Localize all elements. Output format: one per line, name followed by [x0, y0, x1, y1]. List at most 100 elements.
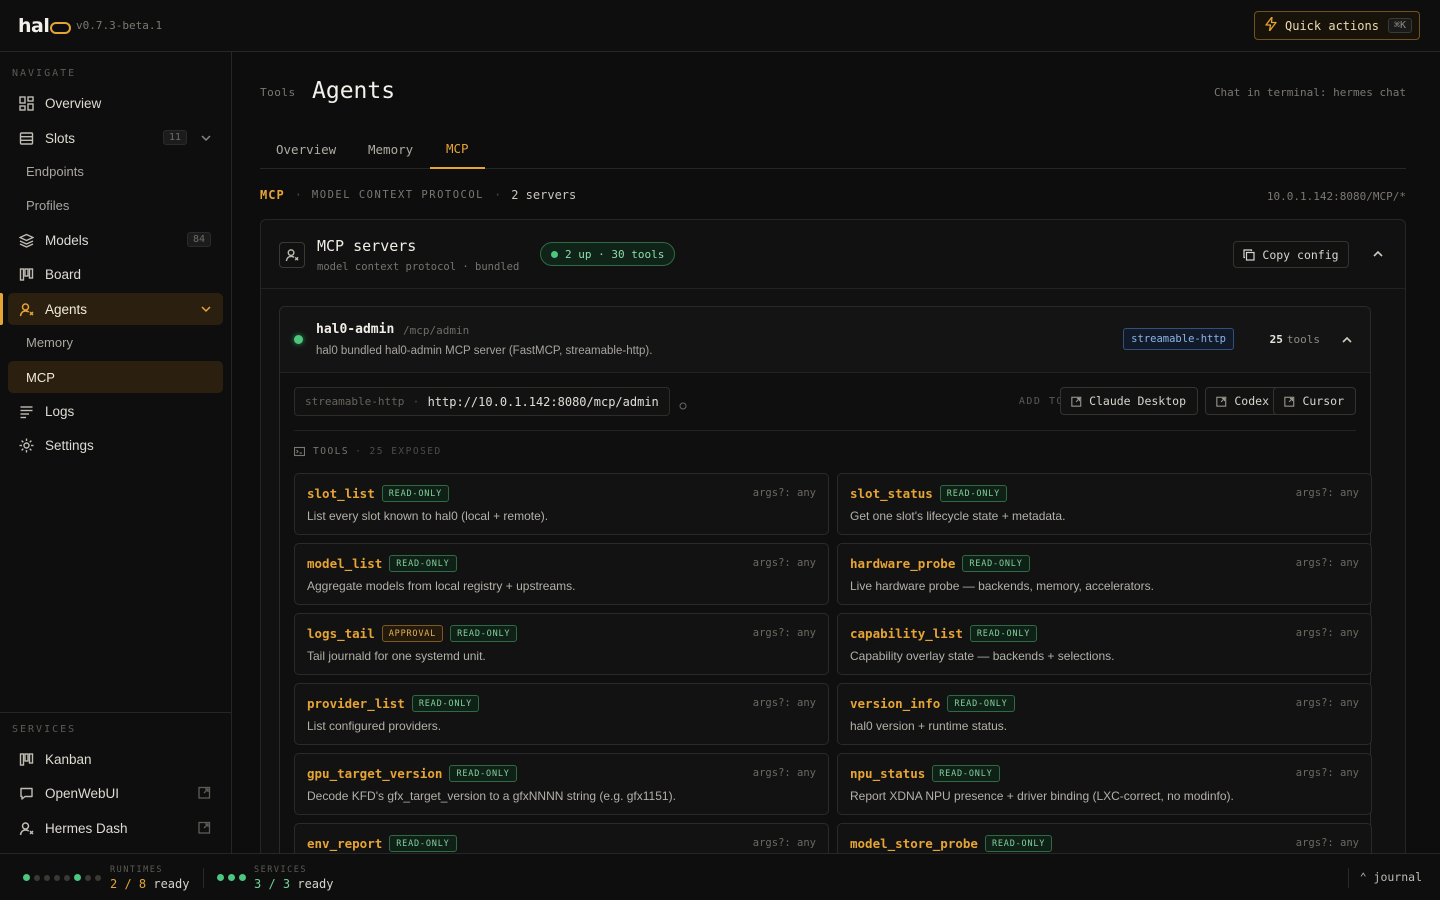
- sidebar-item-memory[interactable]: Memory: [8, 326, 223, 358]
- tool-card[interactable]: provider_list READ-ONLY args?: any List con…: [294, 683, 829, 745]
- approval-badge: APPROVAL: [381, 625, 444, 642]
- tool-card[interactable]: slot_status READ-ONLY args?: any Get one sl…: [837, 473, 1372, 535]
- tool-name: logs_tail: [307, 626, 375, 641]
- external-link-icon[interactable]: [198, 821, 211, 834]
- logs-icon: [18, 403, 34, 419]
- tab-overview[interactable]: Overview: [260, 130, 352, 169]
- sidebar-item-agents[interactable]: Agents: [8, 293, 223, 325]
- logo-ring-icon: [50, 21, 72, 34]
- tool-description: Live hardware probe — backends, memory, …: [850, 579, 1154, 593]
- sidebar-item-logs[interactable]: Logs: [8, 395, 223, 427]
- navigate-label: NAVIGATE: [12, 68, 77, 79]
- tool-card[interactable]: hardware_probe READ-ONLY args?: any Live ha…: [837, 543, 1372, 605]
- sidebar-item-label: Kanban: [45, 751, 92, 767]
- add-to-cursor-button[interactable]: Cursor: [1273, 387, 1356, 415]
- add-to-codex-button[interactable]: Codex: [1205, 387, 1281, 415]
- tool-name: hardware_probe: [850, 556, 956, 571]
- board-icon: [18, 266, 34, 282]
- tool-name: slot_status: [850, 486, 933, 501]
- sidebar-item-openwebui[interactable]: OpenWebUI: [8, 777, 223, 809]
- agent-icon: [279, 242, 305, 268]
- tool-count-value: 25: [1269, 333, 1283, 346]
- tool-args: args?: any: [1295, 837, 1359, 849]
- tool-name: env_report: [307, 836, 383, 851]
- tab-memory[interactable]: Memory: [352, 130, 429, 169]
- tool-card[interactable]: logs_tail APPROVAL READ-ONLY args?: any Tail…: [294, 613, 829, 675]
- breadcrumb[interactable]: Tools: [260, 86, 296, 99]
- tool-args: args?: any: [752, 627, 816, 639]
- mcp-base-url: 10.0.1.142:8080/MCP/*: [1266, 190, 1406, 203]
- quick-actions-label: Quick actions: [1285, 18, 1379, 33]
- endpoint-field[interactable]: streamable-http · http://10.0.1.142:8080…: [294, 387, 670, 416]
- sidebar-item-settings[interactable]: Settings: [8, 429, 223, 461]
- separator: ·: [494, 188, 502, 202]
- divider: [294, 430, 1356, 431]
- read-only-badge: READ-ONLY: [389, 555, 457, 572]
- chevron-down-icon[interactable]: [199, 131, 213, 145]
- sidebar-item-overview[interactable]: Overview: [8, 87, 223, 119]
- footer-divider: [203, 868, 204, 888]
- tool-card[interactable]: slot_list READ-ONLY args?: any List every s…: [294, 473, 829, 535]
- tool-card[interactable]: model_list READ-ONLY args?: any Aggregate m…: [294, 543, 829, 605]
- logo-text: hal: [18, 15, 50, 37]
- runtime-dot: [23, 874, 30, 881]
- read-only-badge: READ-ONLY: [947, 695, 1015, 712]
- tool-args: args?: any: [1295, 487, 1359, 499]
- tool-description: List configured providers.: [307, 719, 442, 733]
- quick-actions-button[interactable]: Quick actions ⌘K: [1254, 11, 1420, 40]
- tool-description: Tail journald for one systemd unit.: [307, 649, 486, 663]
- read-only-badge: READ-ONLY: [984, 835, 1053, 852]
- panel-header: MCP servers model context protocol · bun…: [261, 220, 1405, 289]
- tool-card[interactable]: npu_status READ-ONLY args?: any Report XDNA…: [837, 753, 1372, 815]
- tool-description: Capability overlay state — backends + se…: [850, 649, 1115, 663]
- sidebar-item-board[interactable]: Board: [8, 258, 223, 290]
- read-only-badge: READ-ONLY: [381, 485, 449, 502]
- chat-icon: [18, 785, 34, 801]
- tool-card[interactable]: capability_list READ-ONLY args?: any Capabi…: [837, 613, 1372, 675]
- slots-count-badge: 11: [162, 130, 187, 145]
- top-bar: hal v0.7.3-beta.1 Quick actions ⌘K: [0, 0, 1440, 52]
- tool-card[interactable]: env_report READ-ONLY args?: any: [294, 823, 829, 853]
- sidebar-item-label: OpenWebUI: [45, 785, 120, 801]
- tool-name-row: model_store_probe READ-ONLY: [850, 835, 1053, 852]
- add-to-claude-desktop-button[interactable]: Claude Desktop: [1060, 387, 1198, 415]
- sidebar-item-mcp[interactable]: MCP: [8, 361, 223, 393]
- tab-mcp[interactable]: MCP: [430, 130, 485, 169]
- copy-icon[interactable]: [679, 398, 687, 410]
- tool-args: args?: any: [752, 837, 816, 849]
- tools-icon: [293, 446, 306, 457]
- sidebar-item-hermes-dash[interactable]: Hermes Dash: [8, 812, 223, 844]
- tool-name: provider_list: [307, 696, 405, 711]
- copy-config-button[interactable]: Copy config: [1233, 241, 1349, 268]
- runtime-dot: [44, 874, 50, 881]
- footer-divider: [1348, 868, 1349, 888]
- runtimes-status: 2 / 8 ready: [110, 877, 189, 891]
- chevron-down-icon[interactable]: [199, 302, 213, 316]
- tool-card[interactable]: version_info READ-ONLY args?: any hal0 vers…: [837, 683, 1372, 745]
- shortcut-badge: ⌘K: [1387, 18, 1412, 33]
- sidebar-item-profiles[interactable]: Profiles: [8, 189, 223, 221]
- sidebar-item-endpoints[interactable]: Endpoints: [8, 155, 223, 187]
- sidebar: NAVIGATE Overview Slots 11 Endpoints Pro…: [0, 52, 232, 853]
- service-dots: [217, 874, 250, 881]
- read-only-badge: READ-ONLY: [969, 625, 1038, 642]
- page-title: Agents: [312, 78, 396, 104]
- chevron-up-icon[interactable]: [1340, 333, 1354, 347]
- journal-toggle[interactable]: ⌃ journal: [1360, 870, 1422, 884]
- read-only-badge: READ-ONLY: [932, 765, 1000, 782]
- tool-card[interactable]: model_store_probe READ-ONLY args?: any: [837, 823, 1372, 853]
- agent-icon: [18, 301, 34, 317]
- server-card-header[interactable]: hal0-admin /mcp/admin hal0 bundled hal0-…: [280, 307, 1370, 373]
- active-indicator: [0, 293, 3, 325]
- sidebar-item-slots[interactable]: Slots 11: [8, 122, 223, 154]
- tool-card[interactable]: gpu_target_version READ-ONLY args?: any Dec…: [294, 753, 829, 815]
- sidebar-item-kanban[interactable]: Kanban: [8, 743, 223, 775]
- logo[interactable]: hal: [18, 15, 72, 37]
- tool-name: model_list: [307, 556, 383, 571]
- sidebar-item-models[interactable]: Models 84: [8, 224, 223, 256]
- external-link-icon[interactable]: [198, 786, 211, 799]
- chevron-up-icon[interactable]: [1371, 247, 1385, 261]
- mcp-summary-line: MCP · MODEL CONTEXT PROTOCOL · 2 servers: [260, 188, 576, 202]
- runtimes-suffix: ready: [153, 877, 190, 891]
- copy-config-label: Copy config: [1262, 247, 1339, 262]
